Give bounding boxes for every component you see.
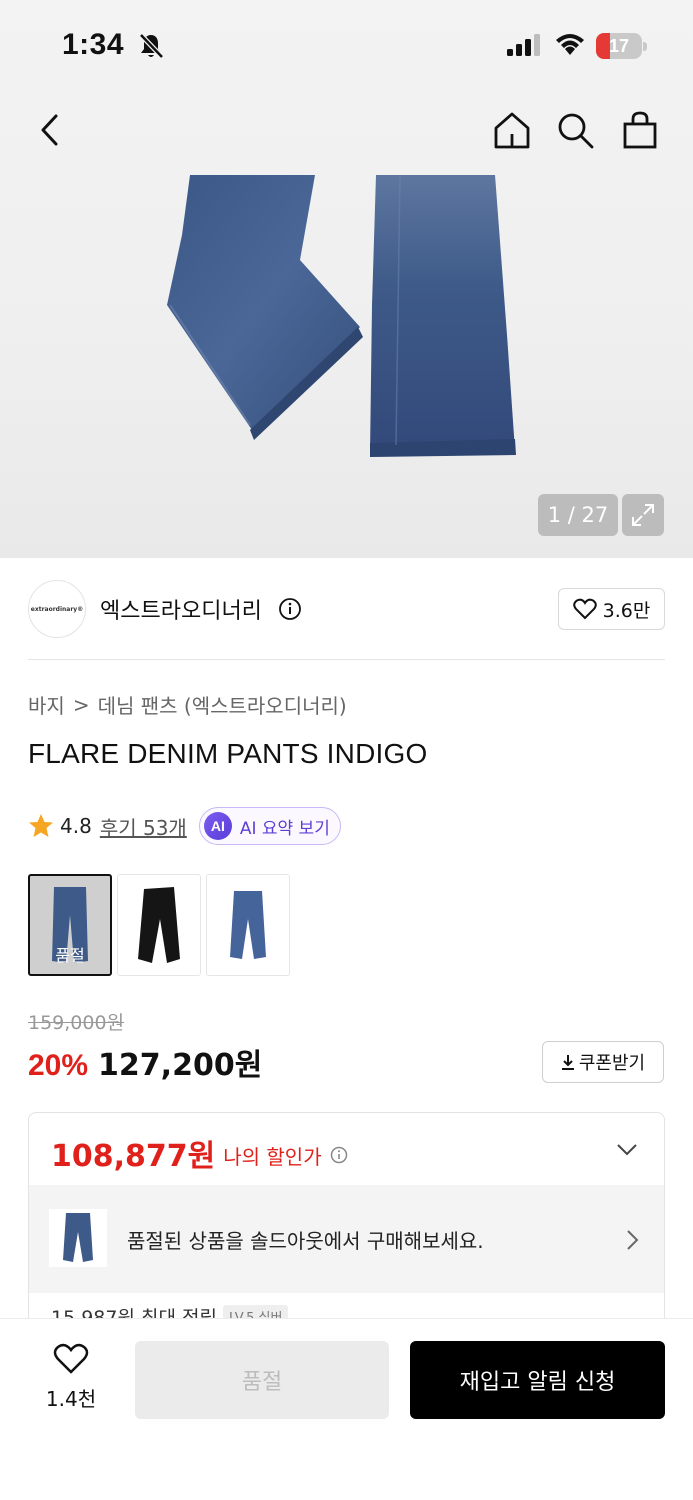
heart-icon <box>53 1343 89 1374</box>
review-link[interactable]: 후기 53개 <box>100 812 187 841</box>
my-price: 108,877원 <box>51 1139 216 1174</box>
status-bar: 1:34 17 <box>0 0 693 90</box>
breadcrumb-subcategory[interactable]: 데님 팬츠 (엑스트라오디너리) <box>98 690 347 719</box>
wifi-icon <box>556 34 584 55</box>
coupon-button[interactable]: 쿠폰받기 <box>542 1041 664 1083</box>
info-icon[interactable] <box>330 1146 348 1164</box>
color-option-black[interactable] <box>117 874 201 976</box>
divider <box>28 659 665 660</box>
rating-row: 4.8 후기 53개 AI AI 요약 보기 <box>28 806 341 846</box>
color-option-blue[interactable] <box>206 874 290 976</box>
battery-indicator: 17 <box>596 33 648 59</box>
search-icon <box>558 113 594 149</box>
product-gallery[interactable]: 1:34 17 1 / 27 <box>0 0 693 558</box>
soldout-label: 품절 <box>55 946 85 965</box>
my-price-header[interactable]: 108,877원 나의 할인가 <box>51 1131 348 1175</box>
bell-muted-icon <box>139 33 164 59</box>
discount-rate: 20% <box>28 1049 89 1082</box>
battery-level: 17 <box>608 36 630 56</box>
coupon-button-label: 쿠폰받기 <box>578 1053 646 1074</box>
brand-like-button[interactable]: 3.6만 <box>558 588 665 630</box>
product-title: FLARE DENIM PANTS INDIGO <box>28 738 428 769</box>
jeans-thumbnail <box>63 1213 93 1262</box>
home-button[interactable] <box>490 108 534 152</box>
breadcrumb-separator: > <box>72 692 90 717</box>
soldout-button: 품절 <box>135 1341 389 1419</box>
color-options: 품절 <box>28 874 290 976</box>
brand-name[interactable]: 엑스트라오디너리 <box>100 593 262 625</box>
brand-like-count: 3.6만 <box>602 599 651 622</box>
download-icon <box>561 1055 574 1070</box>
jeans-thumbnail <box>230 891 266 959</box>
original-price: 159,000원 <box>28 1012 125 1034</box>
brand-logo[interactable]: extraordinary® <box>28 580 86 638</box>
soldout-thumbnail <box>49 1209 107 1267</box>
ai-summary-label: AI 요약 보기 <box>239 818 330 839</box>
color-option-indigo[interactable]: 품절 <box>28 874 112 976</box>
ai-badge: AI <box>203 812 232 840</box>
price-row: 20% 127,200원 <box>28 1040 262 1084</box>
expand-gallery-button[interactable] <box>622 494 664 536</box>
heart-icon <box>572 598 597 620</box>
my-price-label: 나의 할인가 <box>223 1144 322 1169</box>
search-button[interactable] <box>553 108 597 152</box>
rating-value: 4.8 <box>60 814 92 838</box>
signal-icon <box>507 34 540 56</box>
restock-alert-button[interactable]: 재입고 알림 신청 <box>410 1341 665 1419</box>
expand-icon <box>632 504 654 526</box>
bottom-action-bar: 1.4천 품절 재입고 알림 신청 <box>0 1318 693 1500</box>
soldout-message: 품절된 상품을 솔드아웃에서 구매해보세요. <box>127 1229 484 1253</box>
chevron-right-icon <box>627 1230 639 1250</box>
breadcrumb: 바지 > 데님 팬츠 (엑스트라오디너리) <box>28 690 347 719</box>
star-icon <box>29 814 53 837</box>
brand-row: extraordinary® 엑스트라오디너리 3.6만 <box>28 580 665 638</box>
soldout-banner[interactable]: 품절된 상품을 솔드아웃에서 구매해보세요. <box>29 1185 664 1293</box>
breadcrumb-category[interactable]: 바지 <box>28 690 65 719</box>
product-main-image <box>167 175 516 457</box>
status-time: 1:34 <box>62 28 125 61</box>
cart-button[interactable] <box>618 108 662 152</box>
ai-summary-button[interactable]: AI AI 요약 보기 <box>198 807 341 845</box>
gallery-pager: 1 / 27 <box>538 494 618 536</box>
chevron-left-icon <box>41 114 58 146</box>
info-icon[interactable] <box>278 597 302 621</box>
home-icon <box>494 112 530 149</box>
sale-price: 127,200원 <box>98 1048 263 1083</box>
brand-logo-text: extraordinary® <box>30 605 84 613</box>
chevron-down-icon[interactable] <box>616 1143 638 1157</box>
back-button[interactable] <box>28 108 72 152</box>
wishlist-button[interactable]: 1.4천 <box>36 1343 106 1412</box>
jeans-thumbnail <box>138 887 180 963</box>
shopping-bag-icon <box>623 111 657 149</box>
wishlist-count: 1.4천 <box>45 1387 97 1411</box>
